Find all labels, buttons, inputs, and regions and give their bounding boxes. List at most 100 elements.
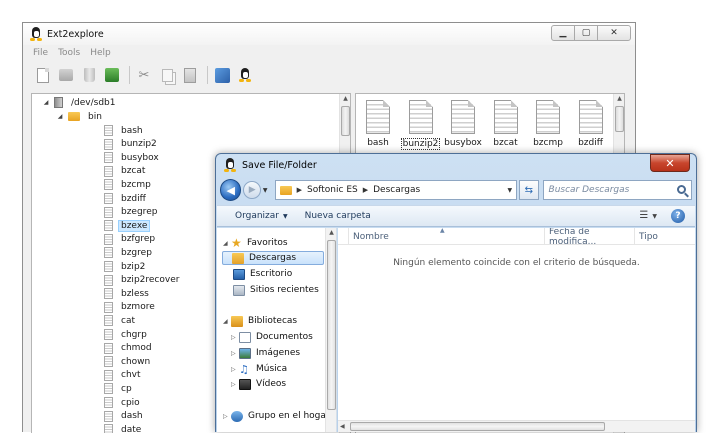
open-icon xyxy=(59,69,73,81)
organize-button[interactable]: Organizar ▼ xyxy=(235,211,288,221)
icon-file-item[interactable]: bash xyxy=(360,100,396,148)
tree-file-item[interactable]: dash xyxy=(104,410,146,423)
view-options-button[interactable]: ☰ ▼ xyxy=(639,210,657,221)
tree-file-item[interactable]: busybox xyxy=(104,151,162,164)
scroll-up-icon[interactable]: ▲ xyxy=(341,95,350,105)
dialog-close-button[interactable]: ✕ xyxy=(650,154,690,172)
tree-file-item[interactable]: bzexe xyxy=(104,219,151,232)
tree-file-item[interactable]: chgrp xyxy=(104,328,150,341)
menu-bar: File Tools Help xyxy=(23,46,635,60)
tree-file-item[interactable]: chown xyxy=(104,355,153,368)
maximize-button[interactable]: ▢ xyxy=(574,25,598,41)
tree-file-item[interactable]: bunzip2 xyxy=(104,138,160,151)
navigation-pane[interactable]: ◢ ★ Favoritos Descargas Escritorio Sitio… xyxy=(217,228,337,432)
tree-device[interactable]: ◢ /dev/sdb1 xyxy=(42,96,118,109)
nav-favorites[interactable]: ◢ ★ Favoritos xyxy=(223,236,288,250)
tree-file-item[interactable]: cat xyxy=(104,314,138,327)
file-list[interactable]: ▲ Nombre Fecha de modifica... Tipo Ningú… xyxy=(338,228,695,432)
tree-file-item[interactable]: chmod xyxy=(104,342,155,355)
column-type[interactable]: Tipo xyxy=(634,228,695,245)
nav-pane-scrollbar[interactable]: ▲ xyxy=(325,228,336,432)
address-bar[interactable]: ▶ Softonic ES ▶ Descargas ▼ xyxy=(274,180,518,200)
icon-file-item[interactable]: bzcmp xyxy=(530,100,566,148)
new-folder-button[interactable]: Nueva carpeta xyxy=(305,211,371,221)
nav-item-musica[interactable]: ▷ ♫ Música xyxy=(231,362,287,376)
chevron-right-icon[interactable]: ▶ xyxy=(363,186,368,194)
new-button[interactable] xyxy=(33,65,53,85)
menu-tools[interactable]: Tools xyxy=(58,48,80,58)
icon-file-item[interactable]: bzdiff xyxy=(573,100,609,148)
chevron-right-icon[interactable]: ▶ xyxy=(297,186,302,194)
expand-arrow-icon[interactable]: ▷ xyxy=(223,413,231,420)
tree-file-item[interactable]: bash xyxy=(104,124,146,137)
expand-arrow-icon[interactable]: ▷ xyxy=(231,366,239,373)
save-button[interactable] xyxy=(102,65,122,85)
icon-file-item[interactable]: bunzip2 xyxy=(400,100,441,150)
tree-file-item[interactable]: bzegrep xyxy=(104,206,160,219)
back-button[interactable]: ◀ xyxy=(220,179,242,201)
refresh-button[interactable]: ⇆ xyxy=(519,180,539,200)
column-date-modified[interactable]: Fecha de modifica... xyxy=(544,228,634,247)
help-button[interactable]: ? xyxy=(671,209,685,223)
tree-file-item[interactable]: bzip2recover xyxy=(104,274,182,287)
collapse-arrow-icon[interactable]: ◢ xyxy=(42,99,50,106)
scroll-thumb[interactable] xyxy=(615,106,624,132)
nav-item-imagenes[interactable]: ▷ Imágenes xyxy=(231,346,300,360)
expand-arrow-icon[interactable]: ▷ xyxy=(231,381,239,388)
tree-file-item[interactable]: chvt xyxy=(104,369,144,382)
about-button[interactable] xyxy=(235,65,255,85)
delete-button[interactable] xyxy=(79,65,99,85)
tree-file-item[interactable]: bzgrep xyxy=(104,246,155,259)
collapse-arrow-icon[interactable]: ◢ xyxy=(56,113,64,120)
icon-file-item[interactable]: bzcat xyxy=(488,100,524,148)
nav-item-documentos[interactable]: ▷ Documentos xyxy=(231,330,313,344)
scroll-up-icon[interactable]: ▲ xyxy=(615,95,624,105)
nav-libraries[interactable]: ◢ Bibliotecas xyxy=(223,314,297,328)
scroll-up-icon[interactable]: ▲ xyxy=(327,229,336,236)
nav-item-videos[interactable]: ▷ Vídeos xyxy=(231,377,286,391)
title-bar[interactable]: Ext2explore ▁ ▢ ✕ xyxy=(23,23,635,45)
search-input[interactable]: Buscar Descargas xyxy=(542,180,693,200)
tree-file-item[interactable]: cp xyxy=(104,382,135,395)
collapse-arrow-icon[interactable]: ◢ xyxy=(223,240,231,247)
file-list-scrollbar[interactable]: ◀ xyxy=(338,420,695,432)
breadcrumb-softonic[interactable]: Softonic ES xyxy=(307,185,358,195)
tree-file-item[interactable]: cpio xyxy=(104,396,143,409)
breadcrumb-descargas[interactable]: Descargas xyxy=(373,185,420,195)
expand-arrow-icon[interactable]: ▷ xyxy=(231,334,239,341)
nav-item-sitios-recientes[interactable]: Sitios recientes xyxy=(233,283,319,297)
nav-homegroup[interactable]: ▷ Grupo en el hogar xyxy=(223,409,330,423)
close-button[interactable]: ✕ xyxy=(597,25,631,41)
tree-file-item[interactable]: bzmore xyxy=(104,301,158,314)
collapse-arrow-icon[interactable]: ◢ xyxy=(223,318,231,325)
minimize-button[interactable]: ▁ xyxy=(551,25,575,41)
nav-item-escritorio[interactable]: Escritorio xyxy=(233,267,292,281)
copy-button[interactable] xyxy=(157,65,177,85)
forward-button[interactable]: ▶ xyxy=(243,181,261,199)
expand-arrow-icon[interactable]: ▷ xyxy=(231,350,239,357)
paste-button[interactable] xyxy=(180,65,200,85)
cut-button[interactable]: ✂ xyxy=(134,65,154,85)
column-headers: ▲ Nombre Fecha de modifica... Tipo xyxy=(338,228,695,247)
tree-file-item[interactable]: bzless xyxy=(104,287,152,300)
scan-button[interactable] xyxy=(212,65,232,85)
open-button[interactable] xyxy=(56,65,76,85)
tree-file-item[interactable]: bzip2 xyxy=(104,260,148,273)
scroll-thumb[interactable] xyxy=(341,106,350,136)
dialog-title-bar[interactable]: Save File/Folder ✕ xyxy=(216,154,696,176)
icon-file-item[interactable]: busybox xyxy=(444,100,482,148)
menu-help[interactable]: Help xyxy=(90,48,111,58)
tree-file-item[interactable]: bzcmp xyxy=(104,178,154,191)
column-name[interactable]: Nombre xyxy=(348,228,544,245)
tree-file-item[interactable]: bzfgrep xyxy=(104,233,158,246)
tree-file-item[interactable]: bzcat xyxy=(104,165,148,178)
scroll-thumb[interactable] xyxy=(327,240,336,410)
chevron-down-icon[interactable]: ▼ xyxy=(507,187,512,194)
recent-pages-dropdown[interactable]: ▼ xyxy=(263,187,271,194)
menu-file[interactable]: File xyxy=(33,48,48,58)
tree-folder-bin[interactable]: ◢ bin xyxy=(56,110,105,123)
tree-file-item[interactable]: bzdiff xyxy=(104,192,149,205)
scroll-thumb[interactable] xyxy=(350,422,605,431)
nav-item-descargas[interactable]: Descargas xyxy=(222,251,324,265)
scroll-left-icon[interactable]: ◀ xyxy=(340,421,345,432)
